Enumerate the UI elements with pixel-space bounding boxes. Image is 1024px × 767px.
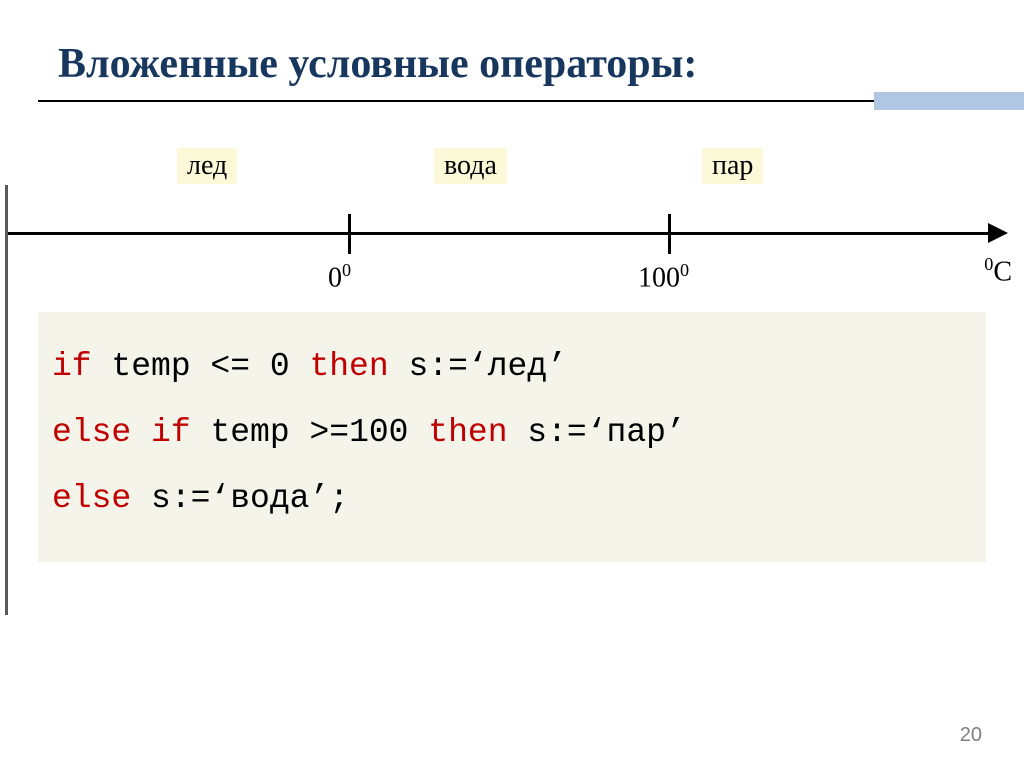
code-seg: temp <= 0 [92,348,310,385]
arrow-right-icon [988,223,1008,243]
tick-hundred-base: 100 [638,262,680,293]
slide-title: Вложенные условные операторы: [58,40,986,88]
code-line-2: else if temp >=100 then s:=‘пар’ [52,400,972,466]
code-seg: s:=‘вода’; [131,480,349,517]
code-line-3: else s:=‘вода’; [52,466,972,532]
axis-unit-label: 0С [984,254,1012,288]
kw-else: else [52,480,131,517]
state-label-water: вода [434,148,507,184]
code-seg: s:=‘пар’ [508,414,686,451]
code-line-1: if temp <= 0 then s:=‘лед’ [52,334,972,400]
title-rule [38,96,986,108]
title-underline [38,100,986,102]
axis-unit-base: С [993,256,1012,287]
page-number: 20 [960,724,982,747]
kw-then: then [309,348,388,385]
code-seg [131,414,151,451]
tick-zero [348,214,351,254]
title-accent-tab [874,92,1024,110]
tick-zero-sup: 0 [342,260,351,280]
kw-then: then [428,414,507,451]
kw-if: if [52,348,92,385]
tick-label-zero: 00 [328,260,351,294]
code-block: if temp <= 0 then s:=‘лед’ else if temp … [38,312,986,562]
kw-else: else [52,414,131,451]
tick-hundred-sup: 0 [680,260,689,280]
tick-label-hundred: 1000 [638,260,689,294]
tick-zero-base: 0 [328,262,342,293]
state-label-ice: лед [177,148,237,184]
state-labels-row: лед вода пар [38,148,986,188]
number-line: 00 1000 0С [8,206,1014,276]
tick-hundred [668,214,671,254]
kw-if: if [151,414,191,451]
code-seg: s:=‘лед’ [389,348,567,385]
axis-unit-sup: 0 [984,254,993,274]
slide: Вложенные условные операторы: лед вода п… [0,0,1024,767]
code-seg: temp >=100 [191,414,429,451]
number-line-axis [8,232,996,235]
state-label-steam: пар [702,148,763,184]
